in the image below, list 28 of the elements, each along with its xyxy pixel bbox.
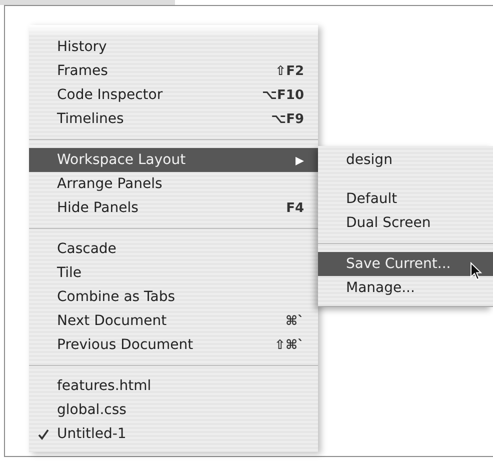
menu-item[interactable]: Next Document ⌘` <box>29 309 318 333</box>
submenu-item[interactable]: Save Current... <box>318 252 493 276</box>
menu-item[interactable]: Untitled-1 <box>29 422 318 446</box>
menu-item[interactable]: Timelines ⌥F9 <box>29 107 318 131</box>
submenu-item[interactable]: Default <box>318 187 493 211</box>
menu-item[interactable]: Combine as Tabs <box>29 285 318 309</box>
shortcut-text: ⌥F9 <box>271 112 304 126</box>
menu-item[interactable]: global.css <box>29 398 318 422</box>
menu-item[interactable]: features.html <box>29 374 318 398</box>
menu-item[interactable]: Hide Panels F4 <box>29 196 318 220</box>
menu-item[interactable]: Code Inspector ⌥F10 <box>29 83 318 107</box>
shortcut-text: ⇧⌘` <box>274 338 304 352</box>
menu-item[interactable]: Frames ⇧F2 <box>29 59 318 83</box>
submenu-item[interactable]: design <box>318 148 493 172</box>
shortcut-text: F4 <box>286 200 304 216</box>
shortcut-text: ⌥F10 <box>262 88 304 102</box>
cursor-icon <box>470 262 482 281</box>
submenu-item[interactable]: Dual Screen <box>318 211 493 235</box>
menu-item[interactable]: Tile <box>29 261 318 285</box>
menu-item[interactable]: Arrange Panels <box>29 172 318 196</box>
shortcut-text: ⌘` <box>285 314 304 328</box>
menu-item[interactable]: Cascade <box>29 237 318 261</box>
shortcut-text: ⇧F2 <box>275 64 304 78</box>
menu-item[interactable]: Previous Document ⇧⌘` <box>29 333 318 357</box>
submenu-item[interactable]: Manage... <box>318 276 493 300</box>
menu-item[interactable]: History <box>29 35 318 59</box>
menu-item[interactable]: Workspace Layout ▶ <box>29 148 318 172</box>
submenu-arrow: ▶ <box>296 154 304 166</box>
